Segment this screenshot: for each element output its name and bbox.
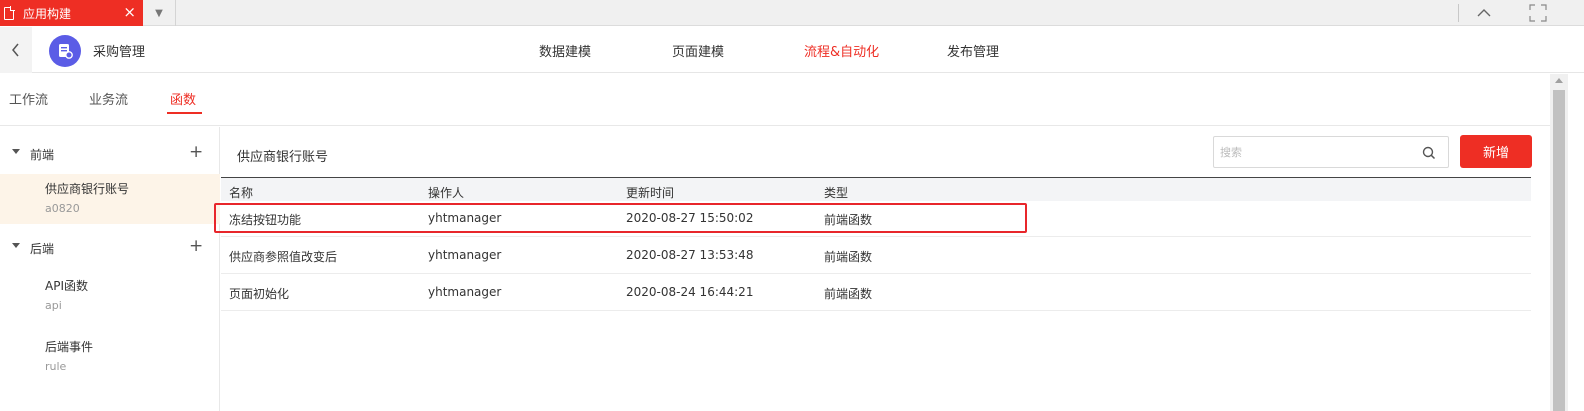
tab-business-flow[interactable]: 业务流 [89,89,128,108]
group-backend[interactable]: 后端 + [0,236,220,257]
collapse-button[interactable] [1472,2,1496,24]
sidebar-item-code: rule [45,360,67,373]
tab-label: 应用构建 [23,6,72,21]
purchase-doc-icon [59,44,73,59]
tab-close-button[interactable]: × [123,3,136,21]
add-frontend-button[interactable]: + [189,142,203,162]
nav-publish-management[interactable]: 发布管理 [947,41,999,60]
vertical-scrollbar[interactable] [1550,74,1568,411]
chevron-left-icon [12,43,19,57]
app-name: 采购管理 [93,45,146,60]
sidebar-item-code: a0820 [45,202,80,215]
browser-tab-bar: 应用构建 × ▼ [0,0,1584,26]
cell-updated: 2020-08-27 15:50:02 [626,211,754,225]
sidebar-item-supplier-bank-account[interactable]: 供应商银行账号 a0820 [0,174,220,224]
search-icon[interactable] [1421,145,1437,161]
cell-name[interactable]: 页面初始化 [229,285,289,302]
cell-name[interactable]: 供应商参照值改变后 [229,248,337,265]
column-header-name: 名称 [229,186,254,200]
table-row[interactable]: 冻结按钮功能 yhtmanager 2020-08-27 15:50:02 前端… [221,201,1531,237]
column-header-type: 类型 [824,186,849,200]
cell-operator: yhtmanager [428,248,502,262]
tab-workflow[interactable]: 工作流 [9,89,48,108]
caret-down-icon: ▼ [155,7,163,19]
caret-down-icon [12,149,20,154]
document-icon [4,5,15,20]
sidebar-item-backend-events[interactable]: 后端事件 rule [0,332,220,382]
tab-functions[interactable]: 函数 [170,89,196,108]
sidebar-item-label: API函数 [45,279,88,293]
sidebar-item-label: 供应商银行账号 [45,182,130,196]
cell-operator: yhtmanager [428,285,502,299]
app-header: 采购管理 数据建模 页面建模 流程&自动化 发布管理 [0,27,1584,73]
group-frontend[interactable]: 前端 + [0,142,220,163]
cell-operator: yhtmanager [428,211,502,225]
nav-page-modeling[interactable]: 页面建模 [672,41,724,60]
column-header-operator: 操作人 [428,186,465,200]
function-sidebar: 前端 + 供应商银行账号 a0820 后端 + API函数 api 后端事件 r… [0,127,220,411]
function-list-panel: 供应商银行账号 新增 名称 操作人 更新时间 类型 冻结按钮功能 yhtmana… [221,127,1550,411]
tab-dropdown-button[interactable]: ▼ [143,0,176,26]
tab-app-build[interactable]: 应用构建 × [0,0,143,26]
cell-type: 前端函数 [824,250,873,264]
divider [1458,4,1459,22]
nav-data-modeling[interactable]: 数据建模 [539,41,591,60]
panel-title: 供应商银行账号 [237,150,329,165]
table-row[interactable]: 页面初始化 yhtmanager 2020-08-24 16:44:21 前端函… [221,275,1531,311]
table-row[interactable]: 供应商参照值改变后 yhtmanager 2020-08-27 13:53:48… [221,238,1531,274]
fullscreen-icon [1529,4,1547,22]
sidebar-item-api-functions[interactable]: API函数 api [0,271,220,321]
scrollbar-thumb[interactable] [1553,90,1565,411]
fullscreen-button[interactable] [1526,2,1550,24]
add-backend-button[interactable]: + [189,236,203,256]
back-button[interactable] [0,27,32,73]
search-input[interactable] [1220,143,1410,161]
add-button[interactable]: 新增 [1460,135,1532,168]
cell-updated: 2020-08-27 13:53:48 [626,248,754,262]
search-box[interactable] [1213,136,1449,168]
cell-updated: 2020-08-24 16:44:21 [626,285,754,299]
active-tab-indicator [167,112,202,114]
app-logo [49,35,81,67]
sub-tab-bar: 工作流 业务流 函数 [0,74,1550,126]
sidebar-item-label: 后端事件 [45,340,94,354]
cell-type: 前端函数 [824,213,873,227]
scroll-up-icon[interactable] [1555,78,1563,83]
nav-process-automation[interactable]: 流程&自动化 [804,41,879,60]
sidebar-item-code: api [45,299,62,312]
cell-name[interactable]: 冻结按钮功能 [229,211,301,228]
chevron-up-icon [1477,9,1491,17]
caret-down-icon [12,243,20,248]
column-header-updated: 更新时间 [626,186,675,200]
group-label: 后端 [30,242,55,256]
cell-type: 前端函数 [824,287,873,301]
group-label: 前端 [30,148,55,162]
table-header: 名称 操作人 更新时间 类型 [221,177,1531,201]
